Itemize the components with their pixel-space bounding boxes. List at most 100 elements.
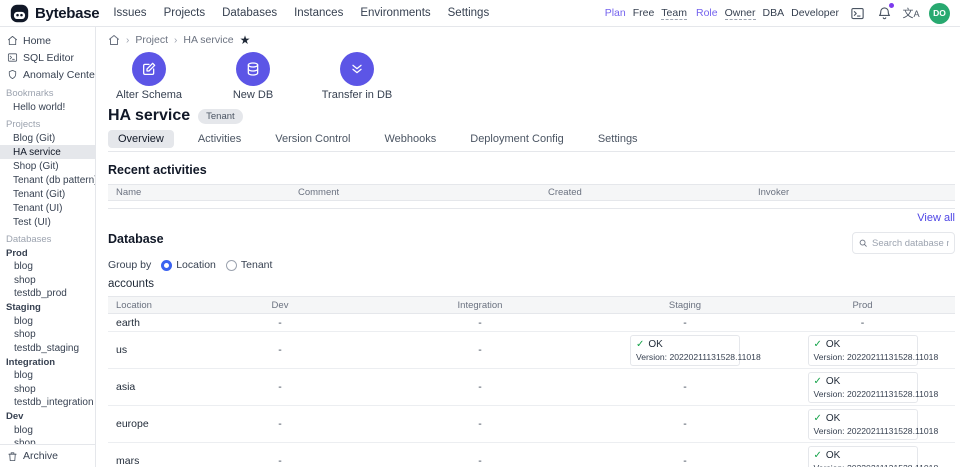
check-icon: ✓ [814, 376, 822, 387]
alter-schema-button[interactable]: Alter Schema [108, 52, 190, 101]
view-all-link[interactable]: View all [917, 212, 955, 224]
sidebar-item-tenant-git-[interactable]: Tenant (Git) [0, 187, 95, 201]
db-cell-prod: ✓OKVersion: 20220211131528.11018 [770, 446, 955, 467]
empty-dash: - [478, 381, 482, 393]
sidebar-item-home[interactable]: Home [0, 32, 95, 49]
empty-dash: - [278, 317, 282, 329]
tenant-badge: Tenant [198, 109, 243, 124]
sidebar-item-tenant-db-pattern-[interactable]: Tenant (db pattern) [0, 173, 95, 187]
database-ok-card[interactable]: ✓OKVersion: 20220211131528.11018 [630, 335, 740, 366]
database-ok-card[interactable]: ✓OKVersion: 20220211131528.11018 [808, 335, 918, 366]
version-label: Version: 20220211131528.11018 [814, 426, 912, 436]
meta-developer: Developer [791, 7, 839, 19]
tab-settings[interactable]: Settings [588, 130, 648, 148]
db-cell-integration: - [360, 344, 600, 356]
avatar[interactable]: DO [929, 3, 950, 24]
language-button[interactable]: 文A [902, 4, 920, 22]
db-cell-staging: - [600, 418, 770, 430]
empty-dash: - [278, 381, 282, 393]
sidebar-item-tenant-ui-[interactable]: Tenant (UI) [0, 201, 95, 215]
tab-activities[interactable]: Activities [188, 130, 251, 148]
breadcrumb: › Project › HA service ★ [108, 34, 955, 46]
sidebar-env-integration: Integration [0, 355, 95, 369]
empty-dash: - [278, 418, 282, 430]
bell-icon [877, 6, 892, 21]
group-by-tenant-radio[interactable]: Tenant [226, 259, 273, 271]
qa-label: Transfer in DB [322, 89, 393, 101]
sidebar-env-dev: Dev [0, 410, 95, 424]
sidebar-db-dev-blog[interactable]: blog [0, 424, 95, 438]
database-ok-card[interactable]: ✓OKVersion: 20220211131528.11018 [808, 409, 918, 440]
sidebar-item-archive[interactable]: Archive [0, 444, 95, 467]
home-icon [7, 35, 18, 46]
console-button[interactable] [848, 4, 866, 22]
sidebar-item-test-ui-[interactable]: Test (UI) [0, 215, 95, 229]
top-navbar: Bytebase Issues Projects Databases Instance… [0, 0, 960, 27]
sidebar-item-label: SQL Editor [23, 52, 74, 64]
sidebar-db-prod-shop[interactable]: shop [0, 274, 95, 288]
nav-link-instances[interactable]: Instances [294, 7, 343, 19]
database-icon [245, 61, 261, 77]
sidebar-db-dev-shop[interactable]: shop [0, 437, 95, 444]
tenant-group-name: accounts [108, 278, 955, 290]
tab-overview[interactable]: Overview [108, 130, 174, 148]
group-by-tenant-label: Tenant [241, 259, 273, 271]
main-nav-links: Issues Projects Databases Instances Environm… [113, 7, 489, 19]
db-cell-integration: - [360, 418, 600, 430]
database-ok-card[interactable]: ✓OKVersion: 20220211131528.11018 [808, 446, 918, 467]
sidebar-section-bookmarks: Bookmarks [0, 86, 95, 100]
meta-role[interactable]: Role [696, 7, 718, 19]
sidebar-db-prod-blog[interactable]: blog [0, 260, 95, 274]
sidebar-db-integration-testdb_integration[interactable]: testdb_integration [0, 396, 95, 410]
nav-link-projects[interactable]: Projects [164, 7, 206, 19]
version-label: Version: 20220211131528.11018 [814, 463, 912, 467]
quick-actions: Alter Schema New DB Transfer in DB [108, 52, 955, 101]
group-by-location-radio[interactable]: Location [161, 259, 216, 271]
acc-col-integration: Integration [360, 300, 600, 311]
sidebar-db-staging-testdb_staging[interactable]: testdb_staging [0, 342, 95, 356]
nav-link-environments[interactable]: Environments [360, 7, 430, 19]
sidebar-db-staging-blog[interactable]: blog [0, 315, 95, 329]
transfer-in-db-button[interactable]: Transfer in DB [316, 52, 398, 101]
favorite-star-icon[interactable]: ★ [240, 34, 251, 46]
bytebase-logo[interactable]: Bytebase [10, 4, 99, 23]
meta-team[interactable]: Team [661, 7, 687, 20]
meta-plan[interactable]: Plan [605, 7, 626, 19]
sidebar-item-ha-service[interactable]: HA service [0, 145, 95, 159]
notifications-button[interactable] [875, 4, 893, 22]
console-icon [850, 6, 865, 21]
sidebar-item-blog-git-[interactable]: Blog (Git) [0, 131, 95, 145]
sidebar-db-integration-shop[interactable]: shop [0, 383, 95, 397]
sidebar-db-integration-blog[interactable]: blog [0, 369, 95, 383]
meta-free: Free [633, 7, 655, 19]
breadcrumb-ha-service[interactable]: HA service [183, 34, 233, 46]
ra-col-created: Created [540, 187, 750, 198]
accounts-row-mars: mars---✓OKVersion: 20220211131528.11018 [108, 443, 955, 467]
group-by-label: Group by [108, 259, 151, 271]
tab-webhooks[interactable]: Webhooks [374, 130, 446, 148]
search-database-input[interactable] [872, 238, 949, 249]
sidebar-item-anomaly-center[interactable]: Anomaly Center [0, 66, 95, 83]
accounts-table-body: earth----us--✓OKVersion: 20220211131528.… [108, 314, 955, 467]
nav-link-databases[interactable]: Databases [222, 7, 277, 19]
sidebar-item-hello-world-[interactable]: Hello world! [0, 100, 95, 114]
new-db-button[interactable]: New DB [212, 52, 294, 101]
sidebar-item-shop-git-[interactable]: Shop (Git) [0, 159, 95, 173]
sidebar-db-prod-testdb_prod[interactable]: testdb_prod [0, 287, 95, 301]
sidebar-item-sql-editor[interactable]: SQL Editor [0, 49, 95, 66]
database-ok-card[interactable]: ✓OKVersion: 20220211131528.11018 [808, 372, 918, 403]
empty-dash: - [478, 455, 482, 467]
tab-deployment-config[interactable]: Deployment Config [460, 130, 574, 148]
empty-dash: - [683, 418, 687, 430]
db-cell-prod: - [770, 317, 955, 329]
breadcrumb-project[interactable]: Project [135, 34, 168, 46]
nav-link-issues[interactable]: Issues [113, 7, 146, 19]
home-icon[interactable] [108, 34, 120, 46]
group-by-row: Group by Location Tenant [108, 259, 955, 271]
nav-link-settings[interactable]: Settings [448, 7, 490, 19]
tab-version-control[interactable]: Version Control [265, 130, 360, 148]
meta-owner[interactable]: Owner [725, 7, 756, 20]
sidebar-db-staging-shop[interactable]: shop [0, 328, 95, 342]
location-cell: asia [108, 381, 200, 393]
db-cell-staging: - [600, 381, 770, 393]
